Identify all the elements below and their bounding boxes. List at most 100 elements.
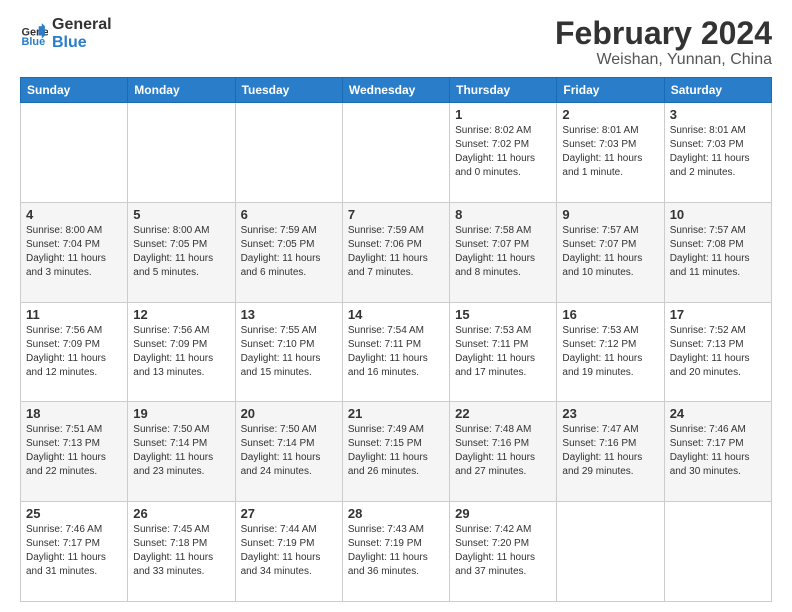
day-info: Sunrise: 7:53 AMSunset: 7:12 PMDaylight:… bbox=[562, 324, 658, 380]
day-number: 1 bbox=[455, 107, 551, 122]
calendar-header-cell: Wednesday bbox=[342, 78, 449, 103]
calendar-table: SundayMondayTuesdayWednesdayThursdayFrid… bbox=[20, 77, 772, 602]
calendar-cell: 4 Sunrise: 8:00 AMSunset: 7:04 PMDaylight… bbox=[21, 202, 128, 302]
calendar-cell: 7 Sunrise: 7:59 AMSunset: 7:06 PMDaylight… bbox=[342, 202, 449, 302]
day-info: Sunrise: 7:58 AMSunset: 7:07 PMDaylight:… bbox=[455, 224, 551, 280]
day-number: 18 bbox=[26, 406, 122, 421]
day-number: 20 bbox=[241, 406, 337, 421]
logo: General Blue General Blue bbox=[20, 16, 112, 51]
calendar-week-row: 11 Sunrise: 7:56 AMSunset: 7:09 PMDayligh… bbox=[21, 302, 772, 402]
day-info: Sunrise: 7:43 AMSunset: 7:19 PMDaylight:… bbox=[348, 523, 444, 579]
calendar-header-cell: Thursday bbox=[450, 78, 557, 103]
calendar-header-cell: Tuesday bbox=[235, 78, 342, 103]
calendar-cell bbox=[21, 103, 128, 203]
day-number: 11 bbox=[26, 307, 122, 322]
calendar-cell: 26 Sunrise: 7:45 AMSunset: 7:18 PMDayligh… bbox=[128, 502, 235, 602]
day-info: Sunrise: 7:57 AMSunset: 7:07 PMDaylight:… bbox=[562, 224, 658, 280]
day-number: 3 bbox=[670, 107, 766, 122]
calendar-cell: 21 Sunrise: 7:49 AMSunset: 7:15 PMDayligh… bbox=[342, 402, 449, 502]
calendar-cell: 16Sunrise: 7:53 AMSunset: 7:12 PMDayligh… bbox=[557, 302, 664, 402]
day-number: 19 bbox=[133, 406, 229, 421]
day-info: Sunrise: 8:00 AMSunset: 7:04 PMDaylight:… bbox=[26, 224, 122, 280]
calendar-cell: 2 Sunrise: 8:01 AMSunset: 7:03 PMDaylight… bbox=[557, 103, 664, 203]
calendar-cell: 3 Sunrise: 8:01 AMSunset: 7:03 PMDaylight… bbox=[664, 103, 771, 203]
calendar-header-cell: Monday bbox=[128, 78, 235, 103]
day-info: Sunrise: 8:00 AMSunset: 7:05 PMDaylight:… bbox=[133, 224, 229, 280]
day-info: Sunrise: 7:57 AMSunset: 7:08 PMDaylight:… bbox=[670, 224, 766, 280]
day-info: Sunrise: 7:51 AMSunset: 7:13 PMDaylight:… bbox=[26, 423, 122, 479]
day-info: Sunrise: 7:46 AMSunset: 7:17 PMDaylight:… bbox=[26, 523, 122, 579]
logo-general-text: General bbox=[52, 16, 112, 34]
calendar-cell: 8Sunrise: 7:58 AMSunset: 7:07 PMDaylight… bbox=[450, 202, 557, 302]
calendar-cell: 18 Sunrise: 7:51 AMSunset: 7:13 PMDayligh… bbox=[21, 402, 128, 502]
calendar-week-row: 18 Sunrise: 7:51 AMSunset: 7:13 PMDayligh… bbox=[21, 402, 772, 502]
day-number: 26 bbox=[133, 506, 229, 521]
logo-blue-text: Blue bbox=[52, 34, 112, 52]
day-number: 28 bbox=[348, 506, 444, 521]
calendar-cell: 11 Sunrise: 7:56 AMSunset: 7:09 PMDayligh… bbox=[21, 302, 128, 402]
day-info: Sunrise: 7:44 AMSunset: 7:19 PMDaylight:… bbox=[241, 523, 337, 579]
calendar-week-row: 25 Sunrise: 7:46 AMSunset: 7:17 PMDayligh… bbox=[21, 502, 772, 602]
calendar-header: SundayMondayTuesdayWednesdayThursdayFrid… bbox=[21, 78, 772, 103]
general-blue-logo-icon: General Blue bbox=[20, 20, 48, 48]
calendar-cell: 23Sunrise: 7:47 AMSunset: 7:16 PMDayligh… bbox=[557, 402, 664, 502]
day-number: 9 bbox=[562, 207, 658, 222]
calendar-body: 1 Sunrise: 8:02 AMSunset: 7:02 PMDaylight… bbox=[21, 103, 772, 602]
calendar-cell bbox=[664, 502, 771, 602]
day-number: 27 bbox=[241, 506, 337, 521]
calendar-week-row: 4 Sunrise: 8:00 AMSunset: 7:04 PMDaylight… bbox=[21, 202, 772, 302]
calendar-cell bbox=[128, 103, 235, 203]
svg-text:Blue: Blue bbox=[22, 35, 46, 47]
day-info: Sunrise: 8:02 AMSunset: 7:02 PMDaylight:… bbox=[455, 124, 551, 180]
day-number: 7 bbox=[348, 207, 444, 222]
day-number: 25 bbox=[26, 506, 122, 521]
calendar-cell: 15 Sunrise: 7:53 AMSunset: 7:11 PMDayligh… bbox=[450, 302, 557, 402]
calendar-cell: 1 Sunrise: 8:02 AMSunset: 7:02 PMDaylight… bbox=[450, 103, 557, 203]
day-info: Sunrise: 7:52 AMSunset: 7:13 PMDaylight:… bbox=[670, 324, 766, 380]
day-number: 10 bbox=[670, 207, 766, 222]
day-number: 2 bbox=[562, 107, 658, 122]
calendar-cell: 22 Sunrise: 7:48 AMSunset: 7:16 PMDayligh… bbox=[450, 402, 557, 502]
calendar-cell: 13Sunrise: 7:55 AMSunset: 7:10 PMDayligh… bbox=[235, 302, 342, 402]
day-info: Sunrise: 7:45 AMSunset: 7:18 PMDaylight:… bbox=[133, 523, 229, 579]
calendar-cell: 24Sunrise: 7:46 AMSunset: 7:17 PMDayligh… bbox=[664, 402, 771, 502]
day-number: 5 bbox=[133, 207, 229, 222]
calendar-header-cell: Friday bbox=[557, 78, 664, 103]
day-info: Sunrise: 7:50 AMSunset: 7:14 PMDaylight:… bbox=[133, 423, 229, 479]
day-info: Sunrise: 7:54 AMSunset: 7:11 PMDaylight:… bbox=[348, 324, 444, 380]
calendar-cell: 6Sunrise: 7:59 AMSunset: 7:05 PMDaylight… bbox=[235, 202, 342, 302]
calendar-cell: 17Sunrise: 7:52 AMSunset: 7:13 PMDayligh… bbox=[664, 302, 771, 402]
day-info: Sunrise: 7:55 AMSunset: 7:10 PMDaylight:… bbox=[241, 324, 337, 380]
calendar-header-cell: Sunday bbox=[21, 78, 128, 103]
calendar-cell: 5 Sunrise: 8:00 AMSunset: 7:05 PMDaylight… bbox=[128, 202, 235, 302]
day-number: 4 bbox=[26, 207, 122, 222]
calendar-cell: 12Sunrise: 7:56 AMSunset: 7:09 PMDayligh… bbox=[128, 302, 235, 402]
calendar-cell: 25 Sunrise: 7:46 AMSunset: 7:17 PMDayligh… bbox=[21, 502, 128, 602]
day-info: Sunrise: 7:49 AMSunset: 7:15 PMDaylight:… bbox=[348, 423, 444, 479]
subtitle: Weishan, Yunnan, China bbox=[555, 51, 772, 69]
day-info: Sunrise: 8:01 AMSunset: 7:03 PMDaylight:… bbox=[670, 124, 766, 180]
day-info: Sunrise: 7:47 AMSunset: 7:16 PMDaylight:… bbox=[562, 423, 658, 479]
day-info: Sunrise: 7:48 AMSunset: 7:16 PMDaylight:… bbox=[455, 423, 551, 479]
day-number: 21 bbox=[348, 406, 444, 421]
calendar-cell: 27 Sunrise: 7:44 AMSunset: 7:19 PMDayligh… bbox=[235, 502, 342, 602]
day-info: Sunrise: 7:56 AMSunset: 7:09 PMDaylight:… bbox=[26, 324, 122, 380]
calendar-cell bbox=[342, 103, 449, 203]
day-number: 14 bbox=[348, 307, 444, 322]
calendar-cell: 14 Sunrise: 7:54 AMSunset: 7:11 PMDayligh… bbox=[342, 302, 449, 402]
calendar-week-row: 1 Sunrise: 8:02 AMSunset: 7:02 PMDaylight… bbox=[21, 103, 772, 203]
main-title: February 2024 bbox=[555, 16, 772, 51]
calendar-cell bbox=[235, 103, 342, 203]
day-number: 22 bbox=[455, 406, 551, 421]
day-info: Sunrise: 7:42 AMSunset: 7:20 PMDaylight:… bbox=[455, 523, 551, 579]
day-number: 15 bbox=[455, 307, 551, 322]
day-info: Sunrise: 8:01 AMSunset: 7:03 PMDaylight:… bbox=[562, 124, 658, 180]
day-info: Sunrise: 7:50 AMSunset: 7:14 PMDaylight:… bbox=[241, 423, 337, 479]
calendar-cell: 9 Sunrise: 7:57 AMSunset: 7:07 PMDaylight… bbox=[557, 202, 664, 302]
day-info: Sunrise: 7:59 AMSunset: 7:06 PMDaylight:… bbox=[348, 224, 444, 280]
page: General Blue General Blue February 2024 … bbox=[0, 0, 792, 612]
calendar-cell: 28 Sunrise: 7:43 AMSunset: 7:19 PMDayligh… bbox=[342, 502, 449, 602]
day-info: Sunrise: 7:59 AMSunset: 7:05 PMDaylight:… bbox=[241, 224, 337, 280]
day-number: 29 bbox=[455, 506, 551, 521]
day-info: Sunrise: 7:53 AMSunset: 7:11 PMDaylight:… bbox=[455, 324, 551, 380]
